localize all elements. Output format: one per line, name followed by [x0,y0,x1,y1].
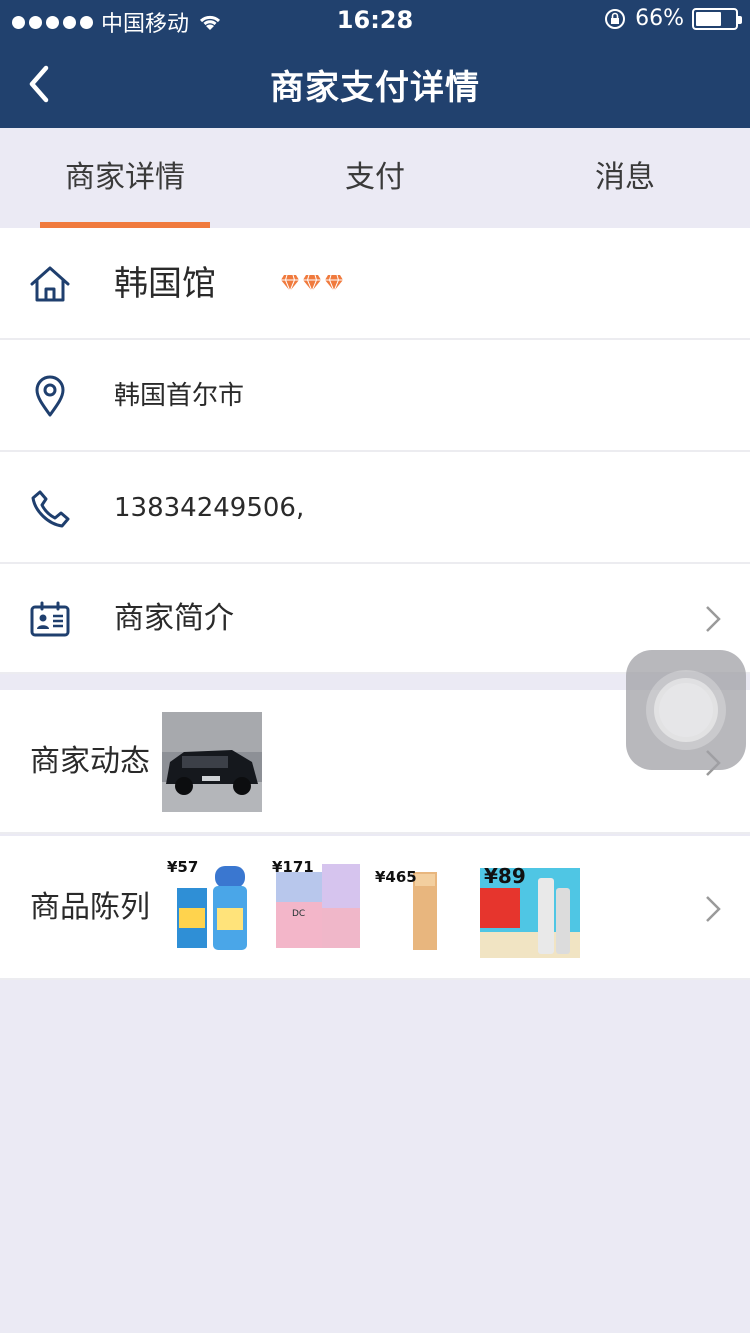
top-bar: 中国移动 16:28 66% 商家支付详情 [0,0,750,128]
merchant-address: 韩国首尔市 [114,381,245,411]
tab-payment[interactable]: 支付 [290,128,460,228]
chevron-right-icon [706,896,721,922]
home-icon [30,266,70,302]
battery-percent: 66% [635,6,684,31]
product-display-label: 商品陈列 [30,890,150,925]
product-price: ¥465 [375,868,417,886]
assistive-touch-button[interactable] [626,650,746,770]
page-title: 商家支付详情 [270,68,480,108]
svg-text:DC: DC [292,909,305,919]
merchant-news-label: 商家动态 [30,744,150,779]
product-price: ¥171 [272,858,314,876]
rating-gems [280,274,344,292]
product-price: ¥89 [484,864,526,888]
product-thumbnail[interactable]: DC ¥171 [270,858,370,958]
news-thumbnail [162,712,262,812]
diamond-icon [281,274,299,292]
merchant-name: 韩国馆 [114,264,216,304]
address-row: 韩国首尔市 [0,340,750,452]
diamond-icon [325,274,343,292]
chevron-right-icon [706,606,721,632]
rotation-lock-icon [605,8,626,29]
id-card-icon [30,601,70,637]
product-thumbnail[interactable]: ¥465 [375,858,475,958]
phone-row[interactable]: 13834249506, [0,452,750,564]
merchant-phone: 13834249506, [114,493,305,523]
location-pin-icon [35,375,65,417]
merchant-intro-label: 商家简介 [114,601,234,636]
merchant-name-row: 韩国馆 [0,228,750,340]
tab-merchant-details[interactable]: 商家详情 [40,128,210,228]
product-price: ¥57 [167,858,199,876]
status-bar: 中国移动 16:28 66% [0,0,750,40]
product-thumbnail[interactable]: ¥89 [480,858,580,958]
tab-messages[interactable]: 消息 [540,128,710,228]
battery-icon [692,7,742,30]
diamond-icon [303,274,321,292]
product-display-row[interactable]: 商品陈列 ¥57 DC ¥171 ¥465 ¥89 [0,836,750,980]
phone-icon [31,490,70,528]
product-thumbnail[interactable]: ¥57 [165,858,265,958]
tab-bar: 商家详情 支付 消息 [0,128,750,228]
